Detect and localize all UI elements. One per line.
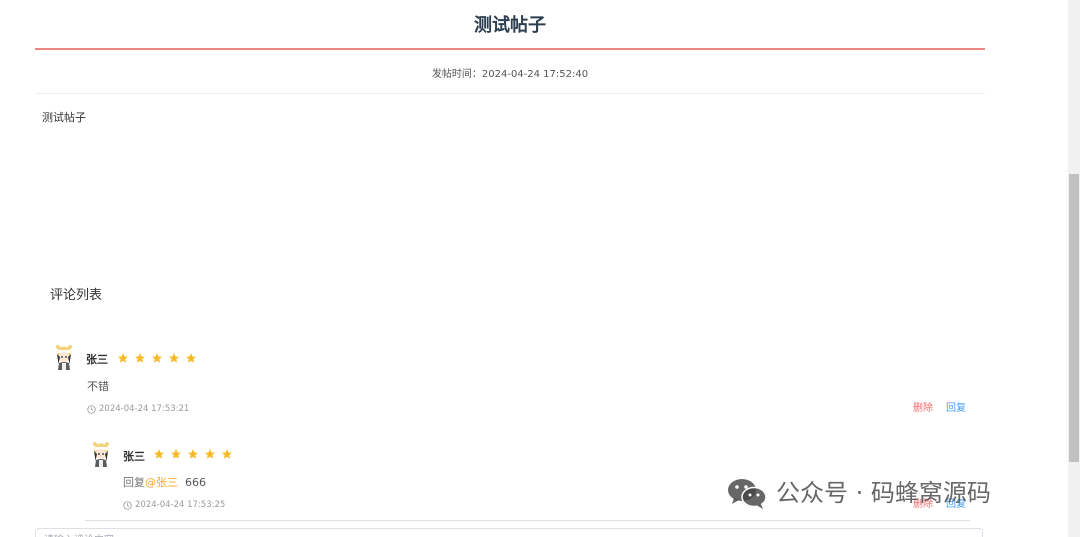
- star-icon: [154, 449, 164, 459]
- comment-rating: [117, 352, 197, 364]
- comment-time: 2024-04-24 17:53:21: [87, 403, 189, 415]
- reply-prefix: 回复: [123, 476, 145, 489]
- title-divider: [35, 48, 985, 50]
- post-body: 测试帖子: [42, 111, 86, 124]
- reply-content: 666: [185, 476, 206, 489]
- reply-time: 2024-04-24 17:53:25: [123, 499, 225, 511]
- reply-target-link[interactable]: @张三: [145, 476, 178, 489]
- watermark-text: 公众号 · 码蜂窝源码: [776, 479, 991, 507]
- star-icon: [118, 353, 128, 363]
- comment-time-text: 2024-04-24 17:53:21: [99, 404, 190, 414]
- clock-icon: [123, 500, 132, 510]
- scrollbar-thumb[interactable]: [1069, 174, 1079, 462]
- reply-divider: [85, 520, 970, 521]
- delete-comment-button[interactable]: 删除: [913, 402, 933, 416]
- star-icon: [188, 449, 198, 459]
- comment-text: 不错: [87, 380, 109, 393]
- clock-icon: [87, 404, 96, 414]
- star-icon: [171, 449, 181, 459]
- comments-heading: 评论列表: [50, 288, 103, 303]
- meta-divider: [35, 93, 985, 94]
- watermark: 公众号 · 码蜂窝源码: [726, 476, 991, 510]
- comment-input[interactable]: [35, 528, 983, 537]
- star-icon: [135, 353, 145, 363]
- star-icon: [186, 353, 196, 363]
- reply-rating: [153, 448, 233, 460]
- reply-comment-button[interactable]: 回复: [946, 402, 966, 416]
- wechat-icon: [728, 479, 767, 509]
- post-time: 2024-04-24 17:52:40: [481, 69, 589, 80]
- reply-text: 回复@张三 666: [123, 475, 206, 491]
- reply-time-text: 2024-04-24 17:53:25: [135, 500, 226, 510]
- page: 测试帖子 发帖时间：2024-04-24 17:52:40 测试帖子 评论列表: [0, 0, 1080, 537]
- star-icon: [169, 353, 179, 363]
- post-meta-label: 发帖时间：: [431, 69, 482, 80]
- star-icon: [152, 353, 162, 363]
- post-title: 测试帖子: [474, 15, 546, 36]
- post-meta: 发帖时间：2024-04-24 17:52:40: [35, 67, 985, 83]
- avatar-icon: [93, 442, 109, 467]
- star-icon: [205, 449, 215, 459]
- star-icon: [222, 449, 232, 459]
- comment-author: 张三: [86, 353, 108, 366]
- reply-author: 张三: [123, 450, 145, 463]
- post-detail: 测试帖子 发帖时间：2024-04-24 17:52:40 测试帖子 评论列表: [35, 0, 985, 537]
- avatar-icon: [56, 345, 72, 370]
